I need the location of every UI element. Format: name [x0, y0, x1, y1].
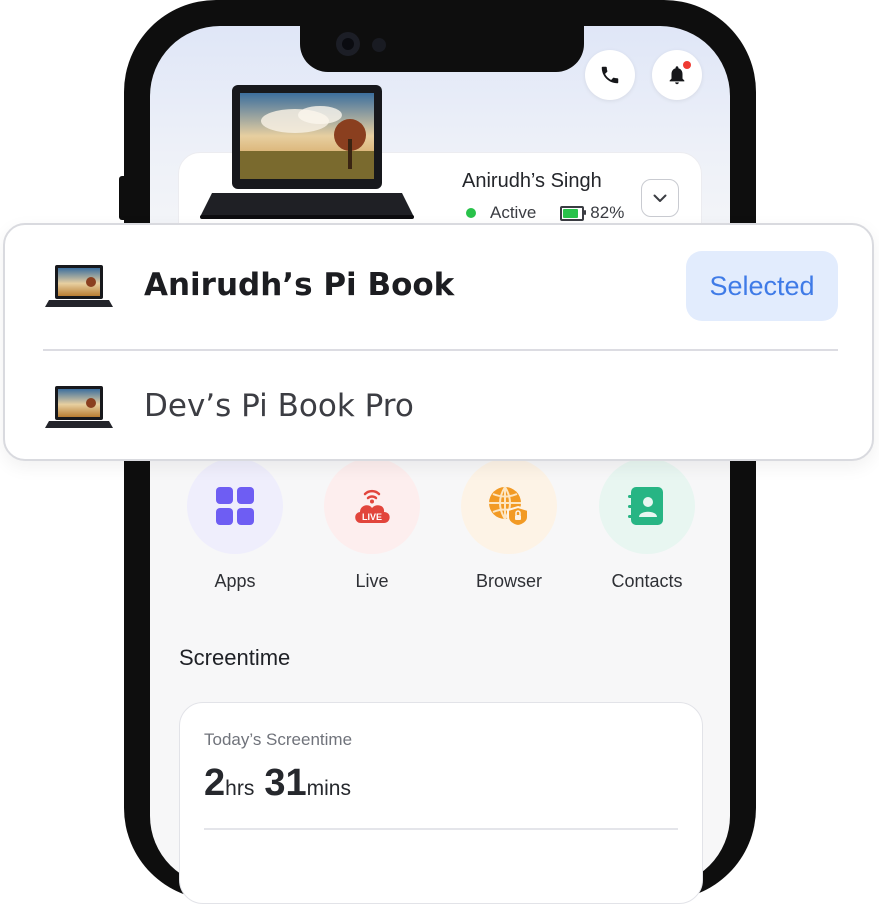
quick-action-label: Contacts	[611, 571, 683, 591]
quick-action-live[interactable]: LIVE Live	[324, 458, 420, 591]
device-dropdown: Anirudh’s Pi Book Selected Dev’s Pi Book…	[3, 223, 874, 461]
contacts-book-icon	[628, 487, 663, 525]
battery-percent: 82%	[590, 203, 625, 222]
apps-icon-circle	[187, 458, 283, 554]
phone-icon	[601, 66, 619, 84]
screentime-caption: Today’s Screentime	[204, 730, 353, 749]
screentime-hours: 2	[204, 762, 226, 804]
device-option-pi-book[interactable]: Anirudh’s Pi Book Selected	[5, 225, 872, 345]
sensor-icon	[372, 38, 386, 52]
battery-icon	[560, 205, 587, 221]
device-option-name: Anirudh’s Pi Book	[144, 267, 455, 303]
device-option-name: Dev’s Pi Book Pro	[144, 388, 414, 424]
screentime-hours-unit: hrs	[225, 777, 255, 800]
apps-grid-icon	[216, 487, 254, 525]
quick-action-contacts[interactable]: Contacts	[599, 458, 695, 591]
screentime-minutes: 31	[264, 762, 307, 804]
live-cloud-icon: LIVE	[355, 489, 390, 523]
active-status-dot	[466, 208, 476, 218]
browser-icon-circle	[461, 458, 557, 554]
laptop-image	[200, 85, 414, 219]
chevron-down-icon	[653, 194, 667, 202]
svg-text:LIVE: LIVE	[362, 512, 382, 522]
active-status-text: Active	[490, 203, 537, 222]
screentime-value: 2hrs 31mins	[204, 762, 361, 805]
notification-badge	[683, 61, 691, 69]
quick-action-browser[interactable]: Browser	[461, 458, 557, 591]
quick-action-apps[interactable]: Apps	[187, 458, 283, 591]
device-option-pi-book-pro[interactable]: Dev’s Pi Book Pro	[5, 346, 872, 466]
screentime-divider	[204, 828, 678, 830]
camera-lens-icon	[336, 32, 360, 56]
laptop-thumbnail-icon	[45, 265, 113, 307]
device-owner-name: Anirudh’s Singh	[462, 170, 602, 192]
live-icon-circle: LIVE	[324, 458, 420, 554]
device-switch-button[interactable]	[641, 179, 679, 217]
selected-badge: Selected	[686, 251, 838, 321]
quick-action-label: Browser	[475, 571, 542, 591]
contacts-icon-circle	[599, 458, 695, 554]
screentime-section-title: Screentime	[179, 645, 291, 670]
quick-action-label: Apps	[214, 571, 256, 591]
quick-action-label: Live	[355, 571, 389, 591]
call-button[interactable]	[585, 50, 635, 100]
globe-shield-icon	[489, 486, 529, 527]
laptop-thumbnail-icon	[45, 386, 113, 428]
device-status: Active 82%	[466, 203, 624, 223]
notifications-button[interactable]	[652, 50, 702, 100]
screentime-minutes-unit: mins	[306, 777, 351, 800]
